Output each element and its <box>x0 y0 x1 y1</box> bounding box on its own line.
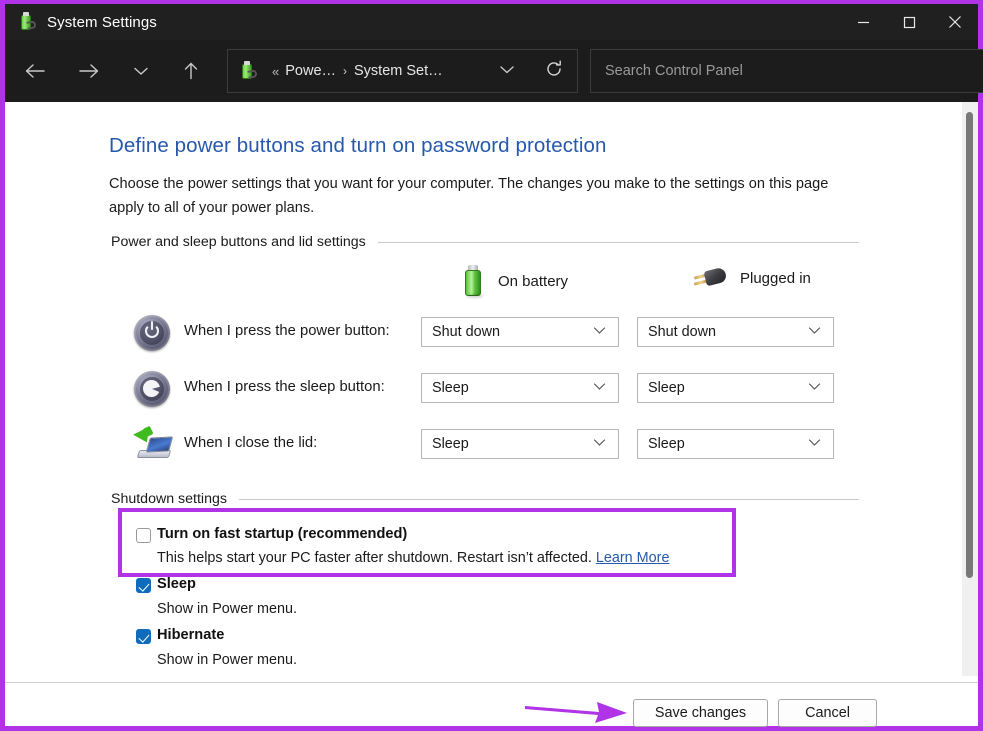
option-title: Sleep <box>157 576 196 592</box>
option-description-text: This helps start your PC faster after sh… <box>157 550 592 566</box>
option-description: This helps start your PC faster after sh… <box>157 550 669 566</box>
battery-icon <box>460 265 486 298</box>
section-divider <box>377 241 859 243</box>
table-row: When I press the sleep button: Sleep Sle… <box>5 369 978 409</box>
section-header-power-sleep: Power and sleep buttons and lid settings <box>111 233 859 251</box>
vertical-scrollbar[interactable] <box>962 102 978 676</box>
chevron-down-icon <box>593 326 606 338</box>
page-description: Choose the power settings that you want … <box>109 176 829 216</box>
back-arrow-icon[interactable] <box>15 51 55 91</box>
power-plug-icon <box>692 265 728 291</box>
breadcrumb-item-power[interactable]: Powe… <box>285 63 336 79</box>
option-title: Turn on fast startup (recommended) <box>157 526 408 542</box>
learn-more-link[interactable]: Learn More <box>596 550 670 566</box>
sleep-button-icon <box>132 369 172 409</box>
dropdown-sleep-button-plugged-in[interactable]: Sleep <box>637 373 834 403</box>
minimize-icon[interactable] <box>840 4 886 40</box>
save-changes-button[interactable]: Save changes <box>633 699 768 727</box>
chevron-down-icon <box>593 382 606 394</box>
breadcrumb-item-system-settings[interactable]: System Set… <box>354 63 443 79</box>
table-row: When I close the lid: Sleep Sleep <box>5 425 978 465</box>
column-header-label: On battery <box>498 272 569 290</box>
refresh-icon[interactable] <box>545 60 563 83</box>
search-control-panel-box[interactable]: Search Control Panel <box>590 49 983 93</box>
recent-locations-icon[interactable] <box>121 51 161 91</box>
window-title: System Settings <box>47 13 157 31</box>
chevron-down-icon[interactable] <box>499 62 515 80</box>
checkbox-fast-startup[interactable] <box>136 528 151 543</box>
dropdown-close-lid-on-battery[interactable]: Sleep <box>421 429 619 459</box>
page-title: Define power buttons and turn on passwor… <box>109 134 607 157</box>
section-header-shutdown: Shutdown settings <box>111 490 859 508</box>
forward-arrow-icon[interactable] <box>69 51 109 91</box>
section-header-label: Power and sleep buttons and lid settings <box>111 234 366 250</box>
dropdown-value: Shut down <box>648 324 717 340</box>
table-row: When I press the power button: Shut down… <box>5 313 978 353</box>
option-description: Show in Power menu. <box>157 652 297 668</box>
column-header-plugged-in: Plugged in <box>692 265 811 291</box>
system-settings-window: System Settings « Powe… › System Set… Se… <box>0 0 983 731</box>
power-battery-icon <box>17 12 37 32</box>
maximize-icon[interactable] <box>886 4 932 40</box>
chevron-down-icon <box>593 438 606 450</box>
chevron-down-icon <box>808 326 821 338</box>
title-bar: System Settings <box>5 4 978 40</box>
chevron-down-icon <box>808 438 821 450</box>
checkbox-sleep[interactable] <box>136 578 151 593</box>
fast-startup-highlight-rect <box>118 508 736 577</box>
scrollbar-thumb[interactable] <box>966 112 973 578</box>
cancel-button[interactable]: Cancel <box>778 699 877 727</box>
laptop-lid-icon <box>132 425 174 465</box>
breadcrumb: « Powe… › System Set… <box>266 63 443 79</box>
row-label: When I press the power button: <box>184 323 390 339</box>
navigation-bar: « Powe… › System Set… Search Control Pan… <box>5 40 983 102</box>
section-header-label: Shutdown settings <box>111 491 227 507</box>
section-divider <box>238 498 859 500</box>
dropdown-value: Sleep <box>432 380 469 396</box>
checkbox-hibernate[interactable] <box>136 629 151 644</box>
chevron-down-icon <box>808 382 821 394</box>
dropdown-value: Sleep <box>648 436 685 452</box>
address-power-battery-icon <box>238 61 258 81</box>
dropdown-power-button-plugged-in[interactable]: Shut down <box>637 317 834 347</box>
up-arrow-icon[interactable] <box>171 51 211 91</box>
breadcrumb-separator: › <box>343 64 348 78</box>
window-controls <box>840 4 978 40</box>
content-area: Define power buttons and turn on passwor… <box>5 102 978 682</box>
breadcrumb-overflow[interactable]: « <box>272 64 279 79</box>
dropdown-sleep-button-on-battery[interactable]: Sleep <box>421 373 619 403</box>
column-header-label: Plugged in <box>740 269 811 287</box>
row-label: When I close the lid: <box>184 435 318 451</box>
footer-bar: Save changes Cancel <box>5 682 978 727</box>
search-input[interactable]: Search Control Panel <box>605 63 743 79</box>
option-title: Hibernate <box>157 627 225 643</box>
dropdown-value: Sleep <box>432 436 469 452</box>
dropdown-close-lid-plugged-in[interactable]: Sleep <box>637 429 834 459</box>
power-button-icon <box>132 313 172 353</box>
dropdown-value: Shut down <box>432 324 501 340</box>
address-bar[interactable]: « Powe… › System Set… <box>227 49 578 93</box>
option-description: Show in Power menu. <box>157 601 297 617</box>
pointer-arrow-to-save-changes <box>525 702 627 723</box>
close-icon[interactable] <box>932 4 978 40</box>
row-label: When I press the sleep button: <box>184 379 385 395</box>
dropdown-value: Sleep <box>648 380 685 396</box>
column-header-on-battery: On battery <box>460 265 569 298</box>
dropdown-power-button-on-battery[interactable]: Shut down <box>421 317 619 347</box>
